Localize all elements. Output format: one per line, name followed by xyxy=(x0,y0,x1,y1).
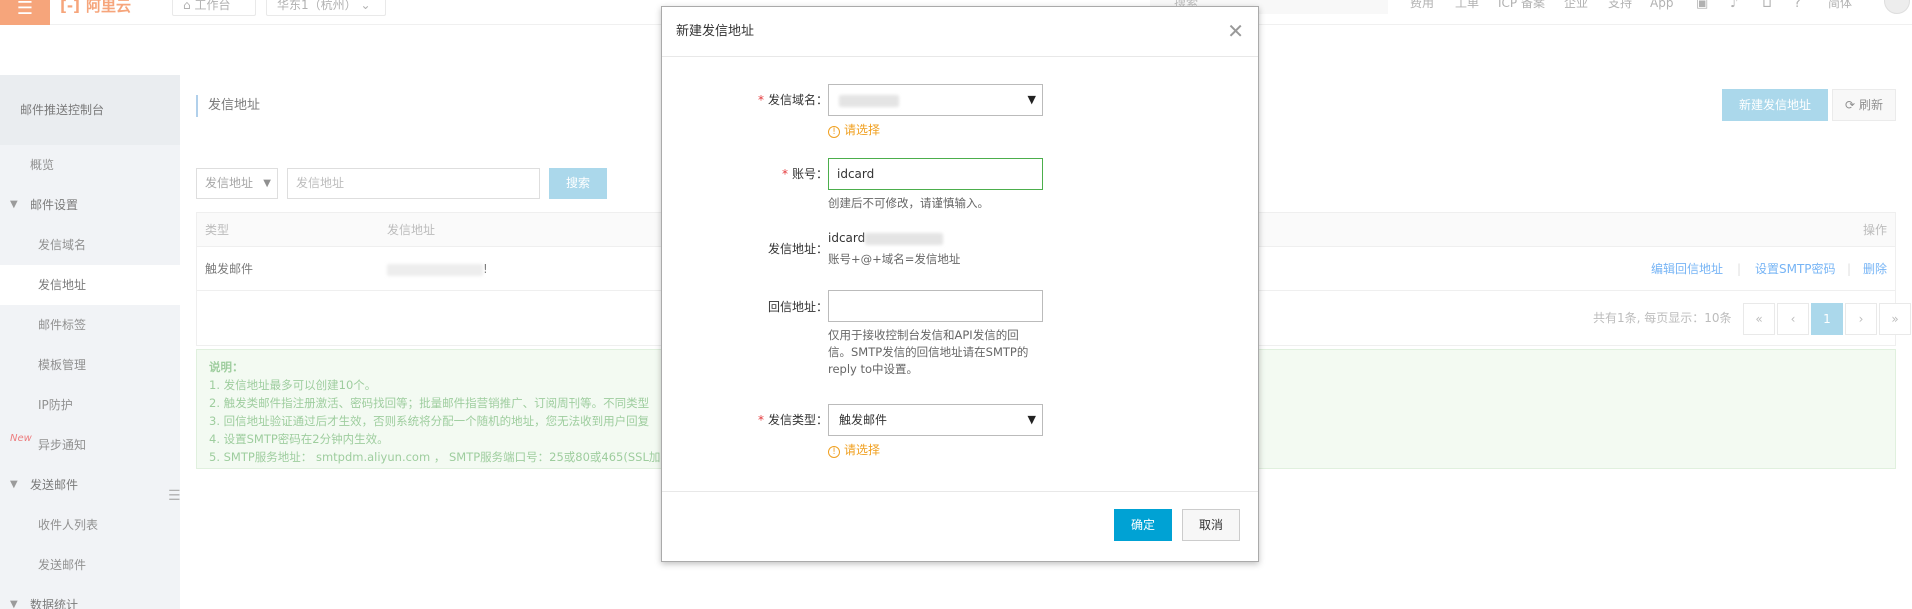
redacted-domain xyxy=(839,94,899,107)
type-label: * 发信类型： xyxy=(757,413,828,427)
confirm-button[interactable]: 确定 xyxy=(1114,509,1172,541)
close-icon[interactable]: ✕ xyxy=(1227,19,1244,43)
account-input[interactable]: idcard xyxy=(828,158,1043,190)
cancel-button[interactable]: 取消 xyxy=(1182,509,1240,541)
new-sender-address-dialog: 新建发信地址 ✕ * 发信域名： ▼ ! 请选择 * 账号： idcard 创建后不可… xyxy=(661,6,1259,562)
warning-icon: ! xyxy=(828,446,840,458)
reply-hint: 仅用于接收控制台发信和API发信的回 信。SMTP发信的回信地址请在SMTP的 … xyxy=(828,328,1029,376)
domain-warning: ! 请选择 xyxy=(828,121,880,138)
reply-label: 回信地址： xyxy=(767,300,828,314)
send-type-select[interactable]: 触发邮件 ▼ xyxy=(828,404,1043,436)
required-mark: * xyxy=(757,93,764,107)
address-hint: 账号+@+域名=发信地址 xyxy=(828,252,961,266)
required-mark: * xyxy=(781,167,788,181)
domain-label: * 发信域名： xyxy=(757,93,828,107)
dialog-title: 新建发信地址 xyxy=(676,24,755,39)
address-label: 发信地址： xyxy=(767,242,828,256)
account-hint: 创建后不可修改，请谨慎输入。 xyxy=(828,196,989,210)
domain-select[interactable]: ▼ xyxy=(828,84,1043,116)
chevron-down-icon: ▼ xyxy=(1027,93,1036,106)
dialog-footer-divider xyxy=(662,491,1258,492)
address-value: idcard xyxy=(828,231,944,245)
required-mark: * xyxy=(757,413,764,427)
type-warning: ! 请选择 xyxy=(828,441,880,458)
account-label: * 账号： xyxy=(781,167,828,181)
warning-icon: ! xyxy=(828,126,840,138)
redacted-address xyxy=(865,232,944,245)
dialog-header: 新建发信地址 ✕ xyxy=(662,7,1258,57)
chevron-down-icon: ▼ xyxy=(1027,413,1036,426)
reply-address-input[interactable] xyxy=(828,290,1043,322)
